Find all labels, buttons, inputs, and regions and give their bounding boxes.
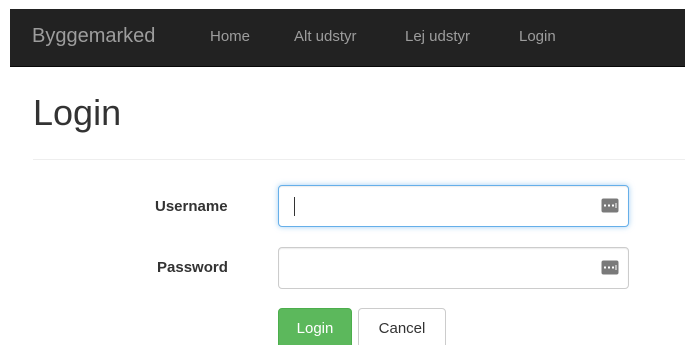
nav-link-alt-udstyr[interactable]: Alt udstyr bbox=[294, 9, 357, 66]
page-title: Login bbox=[33, 92, 122, 133]
password-manager-icon[interactable] bbox=[601, 260, 619, 275]
username-label: Username bbox=[155, 198, 228, 215]
page: Byggemarked Home Alt udstyr Lej udstyr L… bbox=[0, 0, 685, 345]
username-field[interactable] bbox=[278, 185, 629, 227]
title-divider bbox=[33, 159, 685, 160]
nav-link-lej-udstyr[interactable]: Lej udstyr bbox=[405, 9, 470, 66]
password-label: Password bbox=[157, 259, 228, 276]
cancel-button[interactable]: Cancel bbox=[358, 308, 446, 345]
password-manager-icon[interactable] bbox=[601, 198, 619, 213]
password-field[interactable] bbox=[278, 247, 629, 289]
text-caret bbox=[294, 197, 295, 216]
password-input[interactable] bbox=[279, 248, 589, 288]
username-input[interactable] bbox=[279, 186, 589, 226]
navbar: Byggemarked Home Alt udstyr Lej udstyr L… bbox=[10, 9, 685, 67]
navbar-brand[interactable]: Byggemarked bbox=[32, 9, 155, 66]
nav-link-login[interactable]: Login bbox=[519, 9, 556, 66]
nav-link-home[interactable]: Home bbox=[210, 9, 250, 66]
login-button[interactable]: Login bbox=[278, 308, 352, 345]
